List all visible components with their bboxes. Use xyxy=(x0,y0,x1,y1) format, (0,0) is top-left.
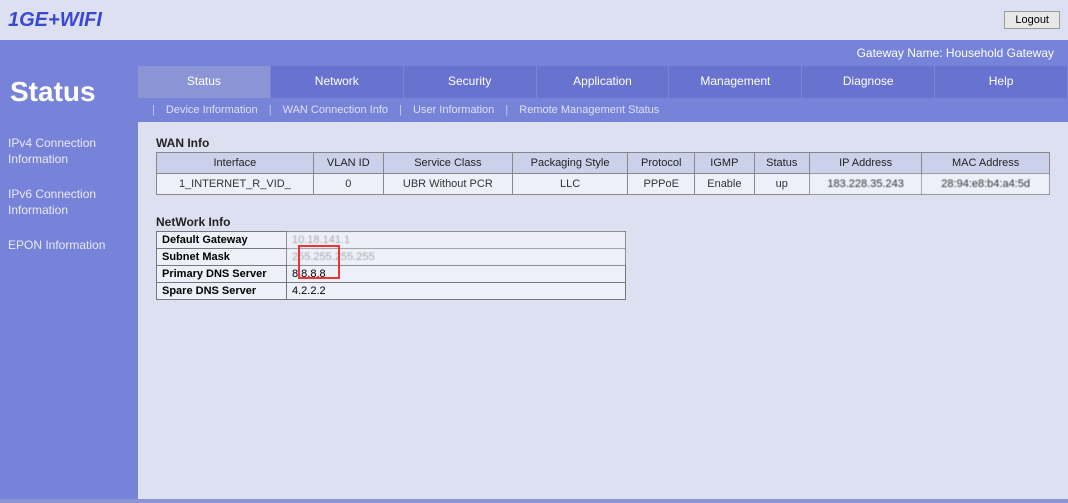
subnet-mask-label: Subnet Mask xyxy=(157,249,287,266)
sidebar-item-epon[interactable]: EPON Information xyxy=(0,228,138,264)
network-info-title: NetWork Info xyxy=(156,215,1050,229)
td-status: up xyxy=(754,174,809,195)
sidebar-title: Status xyxy=(0,66,138,126)
wan-table: Interface VLAN ID Service Class Packagin… xyxy=(156,152,1050,195)
default-gateway-label: Default Gateway xyxy=(157,232,287,249)
subtab-row: | Device Information | WAN Connection In… xyxy=(138,98,1068,122)
sidebar: Status IPv4 Connection Information IPv6 … xyxy=(0,66,138,499)
th-status: Status xyxy=(754,153,809,174)
top-bar: 1GE+WIFI Logout xyxy=(0,0,1068,40)
primary-dns-value: 8.8.8.8 xyxy=(287,266,626,283)
default-gateway-value: 10.18.141.1 xyxy=(287,232,626,249)
td-vlan: 0 xyxy=(313,174,383,195)
subtab-user-info[interactable]: User Information xyxy=(409,104,498,116)
td-service: UBR Without PCR xyxy=(383,174,512,195)
th-igmp: IGMP xyxy=(695,153,754,174)
tab-help[interactable]: Help xyxy=(935,66,1068,98)
logo: 1GE+WIFI xyxy=(8,9,102,32)
spare-dns-value: 4.2.2.2 xyxy=(287,283,626,300)
logout-button[interactable]: Logout xyxy=(1004,11,1060,29)
td-interface: 1_INTERNET_R_VID_ xyxy=(157,174,314,195)
primary-dns-label: Primary DNS Server xyxy=(157,266,287,283)
th-protocol: Protocol xyxy=(628,153,695,174)
wan-info-title: WAN Info xyxy=(156,136,1050,150)
td-protocol: PPPoE xyxy=(628,174,695,195)
subnet-mask-value: 255.255.255.255 xyxy=(287,249,626,266)
th-mac: MAC Address xyxy=(922,153,1050,174)
table-row: 1_INTERNET_R_VID_ 0 UBR Without PCR LLC … xyxy=(157,174,1050,195)
sidebar-item-ipv6[interactable]: IPv6 Connection Information xyxy=(0,177,138,228)
spare-dns-label: Spare DNS Server xyxy=(157,283,287,300)
tab-network[interactable]: Network xyxy=(271,66,404,98)
td-ip: 183.228.35.243 xyxy=(809,174,921,195)
td-mac: 28:94:e8:b4:a4:5d xyxy=(922,174,1050,195)
th-interface: Interface xyxy=(157,153,314,174)
network-table: Default Gateway 10.18.141.1 Subnet Mask … xyxy=(156,231,626,300)
tab-row: Status Network Security Application Mana… xyxy=(138,66,1068,98)
th-ip: IP Address xyxy=(809,153,921,174)
subtab-wan-conn[interactable]: WAN Connection Info xyxy=(279,104,392,116)
td-igmp: Enable xyxy=(695,174,754,195)
th-vlan: VLAN ID xyxy=(313,153,383,174)
tab-management[interactable]: Management xyxy=(669,66,802,98)
subtab-remote-mgmt[interactable]: Remote Management Status xyxy=(515,104,663,116)
content-body: WAN Info Interface VLAN ID Service Class… xyxy=(138,122,1068,499)
tab-status[interactable]: Status xyxy=(138,66,271,98)
td-packaging: LLC xyxy=(512,174,627,195)
tab-diagnose[interactable]: Diagnose xyxy=(802,66,935,98)
sidebar-item-ipv4[interactable]: IPv4 Connection Information xyxy=(0,126,138,177)
th-packaging: Packaging Style xyxy=(512,153,627,174)
content-area: Status Network Security Application Mana… xyxy=(138,66,1068,499)
subtab-device-info[interactable]: Device Information xyxy=(162,104,262,116)
tab-security[interactable]: Security xyxy=(404,66,537,98)
th-service: Service Class xyxy=(383,153,512,174)
gateway-name-bar: Gateway Name: Household Gateway xyxy=(0,40,1068,66)
table-header-row: Interface VLAN ID Service Class Packagin… xyxy=(157,153,1050,174)
tab-application[interactable]: Application xyxy=(537,66,670,98)
